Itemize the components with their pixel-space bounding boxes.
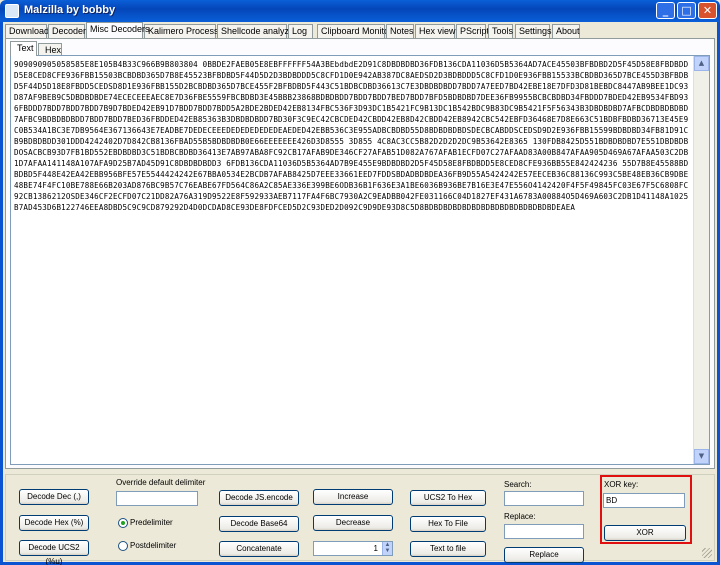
replace-label: Replace: — [504, 512, 536, 521]
tab-about[interactable]: About — [552, 24, 580, 38]
replace-button[interactable]: Replace — [504, 547, 584, 563]
tab-tools[interactable]: Tools — [488, 24, 513, 38]
decode-base64-button[interactable]: Decode Base64 — [219, 516, 299, 532]
scroll-down-icon[interactable]: ▼ — [694, 449, 709, 464]
resize-grip-icon[interactable] — [702, 548, 712, 558]
decode-ucs2-button[interactable]: Decode UCS2 (%u) — [19, 540, 89, 565]
hex-to-file-button[interactable]: Hex To File — [410, 516, 486, 532]
xor-highlight-box: XOR key: BD XOR — [600, 475, 692, 544]
search-label: Search: — [504, 480, 532, 489]
tab-decoder[interactable]: Decoder — [48, 24, 86, 38]
decrease-button[interactable]: Decrease — [313, 515, 393, 531]
ucs2-to-hex-button[interactable]: UCS2 To Hex — [410, 490, 486, 506]
decode-js-encode-button[interactable]: Decode JS.encode — [219, 490, 299, 506]
tab-kalimero-processor[interactable]: Kalimero Processor — [144, 24, 227, 38]
override-delimiter-input[interactable] — [116, 491, 198, 506]
tab-log[interactable]: Log — [288, 24, 313, 38]
client-area: Download Decoder Misc Decoders Kalimero … — [0, 22, 720, 565]
editor-content: 909090905058585E8E105B4B33C966B9B803804 … — [14, 60, 689, 212]
postdelimiter-radio[interactable] — [118, 541, 128, 551]
text-to-file-button[interactable]: Text to file — [410, 541, 486, 557]
tab-notes[interactable]: Notes — [386, 24, 414, 38]
tab-download[interactable]: Download — [5, 24, 49, 38]
decode-hex-button[interactable]: Decode Hex (%) — [19, 515, 89, 531]
close-button[interactable]: ✕ — [698, 2, 717, 19]
step-value: 1 — [373, 544, 378, 553]
tab-shellcode-analyzer[interactable]: Shellcode analyzer — [217, 24, 297, 38]
scroll-up-icon[interactable]: ▲ — [694, 56, 709, 71]
tab-pscript[interactable]: PScript — [456, 24, 489, 38]
tab-clipboard-monitor[interactable]: Clipboard Monitor — [317, 24, 392, 38]
app-icon — [5, 4, 19, 18]
minimize-button[interactable]: _ — [656, 2, 675, 19]
tab-hex-view[interactable]: Hex view — [415, 24, 456, 38]
replace-input[interactable] — [504, 524, 584, 539]
tab-settings[interactable]: Settings — [515, 24, 552, 38]
window-title: Malzilla by bobby — [24, 4, 116, 16]
tab-misc-decoders[interactable]: Misc Decoders — [86, 22, 150, 38]
step-spinbox[interactable]: 1 ▲ ▼ — [313, 541, 393, 556]
misc-decoders-panel: Text Hex 909090905058585E8E105B4B33C966B… — [5, 38, 715, 469]
concatenate-button[interactable]: Concatenate — [219, 541, 299, 557]
subtab-text[interactable]: Text — [10, 41, 37, 56]
predelimiter-label: Predelimiter — [130, 518, 173, 527]
search-input[interactable] — [504, 491, 584, 506]
decode-dec-button[interactable]: Decode Dec (,) — [19, 489, 89, 505]
predelimiter-radio[interactable] — [118, 518, 128, 528]
xor-button[interactable]: XOR — [604, 525, 686, 541]
spin-arrows-icon[interactable]: ▲ ▼ — [382, 542, 392, 555]
vertical-scrollbar[interactable]: ▲ ▼ — [693, 56, 709, 464]
maximize-button[interactable]: □ — [677, 2, 696, 19]
xor-key-input[interactable]: BD — [603, 493, 685, 508]
title-bar: Malzilla by bobby _ □ ✕ — [0, 0, 720, 22]
controls-panel: Decode Dec (,) Decode Hex (%) Decode UCS… — [5, 474, 715, 565]
xor-key-label: XOR key: — [604, 480, 639, 489]
postdelimiter-label: Postdelimiter — [130, 541, 177, 550]
override-delimiter-label: Override default delimiter — [116, 478, 206, 487]
increase-button[interactable]: Increase — [313, 489, 393, 505]
text-editor[interactable]: 909090905058585E8E105B4B33C966B9B803804 … — [10, 55, 710, 465]
